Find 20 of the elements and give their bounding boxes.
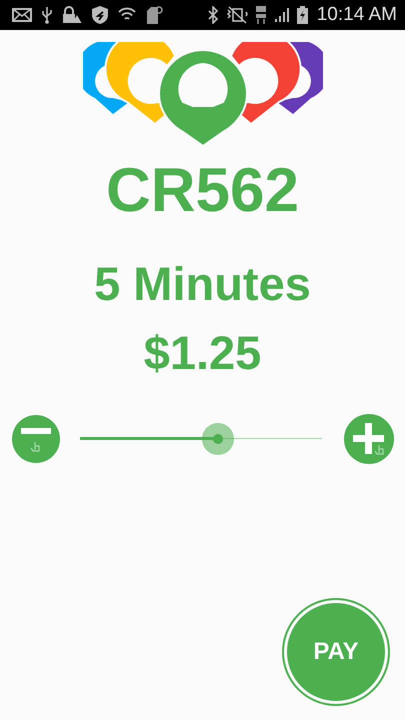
price-text: $1.25 xyxy=(142,329,262,376)
usb-icon xyxy=(41,6,53,24)
muted-vibrate-icon xyxy=(226,6,248,24)
decrease-button[interactable] xyxy=(12,415,60,463)
lte-icon xyxy=(254,5,267,25)
sim-card-icon xyxy=(145,5,163,25)
shield-icon xyxy=(91,5,109,25)
duration-slider[interactable] xyxy=(80,421,322,457)
signal-icon xyxy=(274,7,290,23)
increase-button[interactable] xyxy=(344,414,394,464)
duration-text: 5 Minutes xyxy=(93,260,312,307)
pay-button[interactable]: PAY xyxy=(284,600,388,704)
mail-icon xyxy=(12,8,32,22)
bluetooth-icon xyxy=(206,6,219,24)
status-time: 10:14 AM xyxy=(316,4,397,26)
zone-code: CR562 xyxy=(105,160,300,222)
lock-warning-icon xyxy=(62,6,82,24)
plus-icon xyxy=(351,421,387,457)
battery-charging-icon xyxy=(296,6,308,24)
slider-thumb[interactable] xyxy=(202,423,234,455)
